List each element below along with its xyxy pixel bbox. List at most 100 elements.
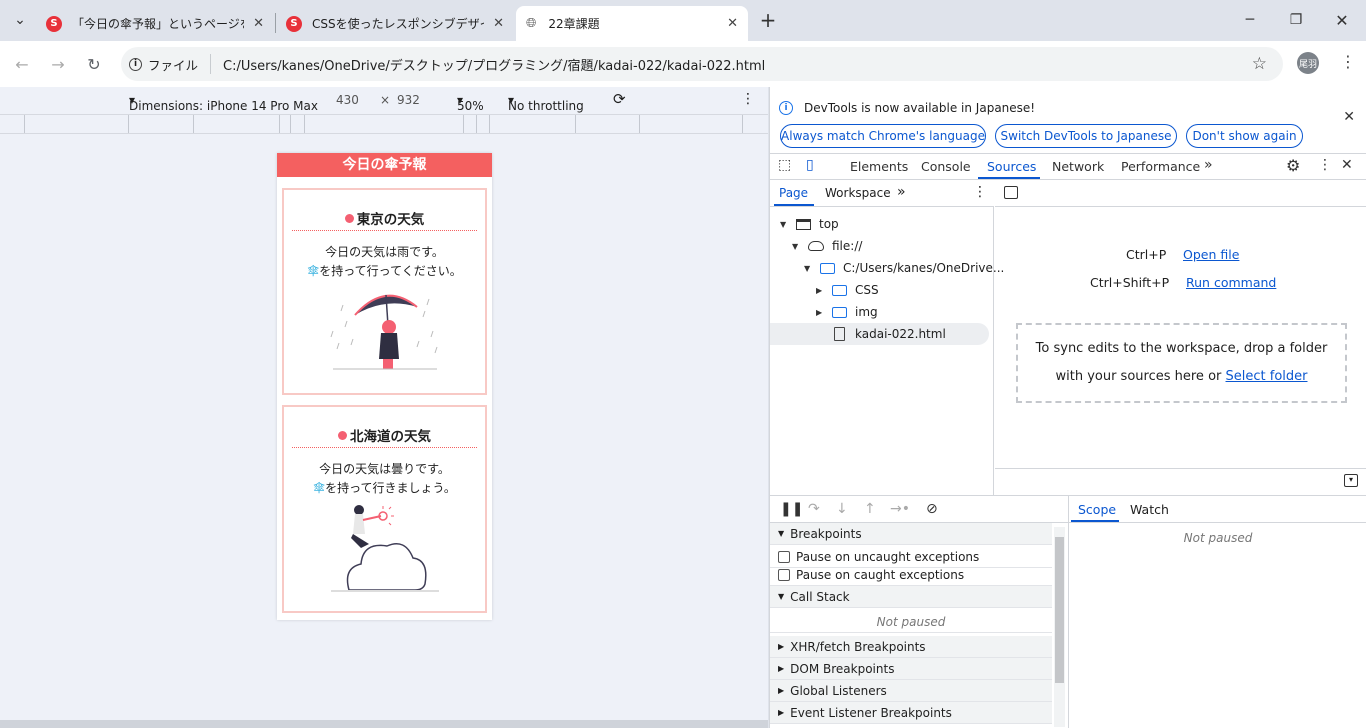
settings-gear-icon[interactable]: ⚙ [1286, 156, 1300, 175]
section-event[interactable]: ▶ Event Listener Breakpoints [770, 702, 1052, 724]
chevron-down-icon: ⌄ [14, 12, 26, 28]
active-tab-underline [978, 177, 1040, 179]
tree-item-origin[interactable]: ▼ file:// [792, 235, 862, 257]
tab-workspace[interactable]: Workspace [825, 186, 891, 200]
scrollbar[interactable] [1054, 527, 1065, 727]
width-input[interactable]: 430 [336, 93, 359, 107]
more-options-icon[interactable]: ⋮ [741, 91, 755, 107]
workspace-drop-zone[interactable]: To sync edits to the workspace, drop a f… [1016, 323, 1347, 403]
profile-avatar[interactable]: 尾羽 [1297, 52, 1319, 74]
url-text[interactable]: C:/Users/kanes/OneDrive/デスクトップ/プログラミング/宿… [223, 55, 765, 74]
section-global[interactable]: ▶ Global Listeners [770, 680, 1052, 702]
tab-2[interactable]: S CSSを使ったレスポンシブデザインを理 ✕ [276, 6, 514, 41]
card-text: 今日の天気は雨です。 傘を持って行ってください。 [284, 243, 485, 281]
step-into-icon[interactable]: ↓ [836, 501, 848, 517]
tab-performance[interactable]: Performance [1121, 159, 1200, 174]
tree-item-top[interactable]: ▼ top [780, 213, 839, 235]
section-label: XHR/fetch Breakpoints [790, 639, 926, 654]
step-over-icon[interactable]: ↷ [808, 501, 820, 517]
deactivate-breakpoints-icon[interactable]: ⊘ [926, 501, 938, 517]
card-line1: 今日の天気は雨です。 [325, 245, 444, 259]
tab-elements[interactable]: Elements [850, 159, 908, 174]
tree-item-css[interactable]: ▶ CSS [816, 279, 879, 301]
cloud-icon [808, 241, 824, 251]
always-match-language-button[interactable]: Always match Chrome's language [780, 124, 986, 148]
zoom-select[interactable]: 50% ▾ [457, 93, 484, 113]
back-button[interactable]: ← [10, 52, 34, 76]
more-options-icon[interactable]: ⋮ [1318, 157, 1332, 173]
section-call-stack[interactable]: ▼ Call Stack [770, 586, 1052, 608]
tab-1[interactable]: S 「今日の傘予報」というページを作成 ✕ [36, 6, 274, 41]
checkbox[interactable] [778, 568, 790, 581]
step-icon[interactable]: →• [890, 501, 910, 517]
tab-sources[interactable]: Sources [987, 159, 1036, 174]
tree-item-file[interactable]: kadai-022.html [770, 323, 989, 345]
tree-item-img[interactable]: ▶ img [816, 301, 878, 323]
close-icon[interactable]: ✕ [727, 16, 738, 31]
device-select[interactable]: Dimensions: iPhone 14 Pro Max ▾ [129, 93, 318, 113]
tab-3-active[interactable]: 🌐︎ 22章課題 ✕ [516, 6, 748, 41]
open-file-link[interactable]: Open file [1183, 247, 1239, 262]
switch-to-japanese-button[interactable]: Switch DevTools to Japanese [995, 124, 1177, 148]
step-out-icon[interactable]: ↑ [864, 501, 876, 517]
rotate-icon[interactable]: ⟳ [613, 90, 626, 108]
tab-scope[interactable]: Scope [1078, 502, 1116, 517]
checkbox[interactable] [778, 550, 790, 563]
close-icon[interactable]: ✕ [253, 16, 264, 31]
new-tab-button[interactable]: + [746, 8, 790, 32]
run-command-link[interactable]: Run command [1186, 275, 1276, 290]
toggle-debugger-icon[interactable]: ▾ [1344, 474, 1358, 487]
tree-label: img [855, 305, 878, 319]
dont-show-again-button[interactable]: Don't show again [1186, 124, 1303, 148]
globe-icon: 🌐︎ [526, 16, 537, 31]
tab-search-button[interactable]: ⌄ [0, 8, 40, 32]
forward-button[interactable]: → [46, 52, 70, 76]
checkbox-label: Pause on caught exceptions [796, 567, 965, 582]
reload-button[interactable]: ↻ [82, 52, 106, 76]
rain-umbrella-illustration [330, 294, 437, 370]
section-xhr[interactable]: ▶ XHR/fetch Breakpoints [770, 636, 1052, 658]
tab-watch[interactable]: Watch [1130, 502, 1169, 517]
select-folder-link[interactable]: Select folder [1226, 369, 1308, 384]
height-input[interactable]: 932 [397, 93, 420, 107]
file-icon [834, 327, 845, 341]
collapsed-icon: ▶ [816, 307, 823, 317]
close-icon[interactable]: ✕ [1343, 109, 1355, 125]
minimize-button[interactable]: ─ [1228, 8, 1272, 32]
inspect-element-icon[interactable]: ⬚ [778, 157, 791, 173]
tree-item-folder[interactable]: ▼ C:/Users/kanes/OneDrive... [804, 257, 1004, 279]
close-devtools-icon[interactable]: ✕ [1341, 157, 1353, 173]
tab-network[interactable]: Network [1052, 159, 1104, 174]
section-label: Event Listener Breakpoints [790, 705, 952, 720]
section-label: DOM Breakpoints [790, 661, 895, 676]
site-info-chip[interactable]: i ファイル [129, 54, 212, 74]
bookmark-star-icon[interactable]: ☆ [1252, 54, 1267, 74]
device-toolbar: Dimensions: iPhone 14 Pro Max ▾ 430 × 93… [0, 87, 768, 114]
tab-console[interactable]: Console [921, 159, 971, 174]
bullet-dot [338, 431, 347, 440]
section-breakpoints[interactable]: ▼ Breakpoints [770, 523, 1052, 545]
card-line2: を持って行ってください。 [319, 264, 462, 278]
more-tabs-icon[interactable]: » [897, 184, 906, 200]
tab-page[interactable]: Page [779, 186, 808, 200]
more-options-icon[interactable]: ⋮ [973, 184, 987, 200]
arrow-right-icon: → [51, 54, 65, 74]
pause-icon[interactable]: ❚❚ [780, 501, 803, 517]
toggle-navigator-icon[interactable] [1004, 186, 1018, 199]
throttling-select[interactable]: No throttling ▾ [508, 93, 584, 113]
page-header: 今日の傘予報 [277, 153, 492, 177]
close-icon[interactable]: ✕ [493, 16, 504, 31]
close-window-button[interactable]: ✕ [1320, 8, 1364, 32]
pause-caught-row[interactable]: Pause on caught exceptions [770, 564, 1052, 586]
expanded-icon: ▼ [792, 241, 799, 251]
restore-button[interactable]: ❐ [1274, 8, 1318, 32]
chrome-menu-icon[interactable]: ⋮ [1340, 52, 1356, 71]
media-query-ruler[interactable] [0, 114, 768, 134]
device-toggle-icon[interactable]: ▯ [806, 157, 814, 173]
tab-title: CSSを使ったレスポンシブデザインを理 [312, 17, 484, 31]
address-bar[interactable]: i ファイル C:/Users/kanes/OneDrive/デスクトップ/プロ… [121, 47, 1283, 81]
more-tabs-icon[interactable]: » [1204, 157, 1213, 173]
scrollbar-thumb[interactable] [1055, 537, 1064, 683]
section-dom[interactable]: ▶ DOM Breakpoints [770, 658, 1052, 680]
umbrella-word: 傘 [313, 481, 326, 495]
